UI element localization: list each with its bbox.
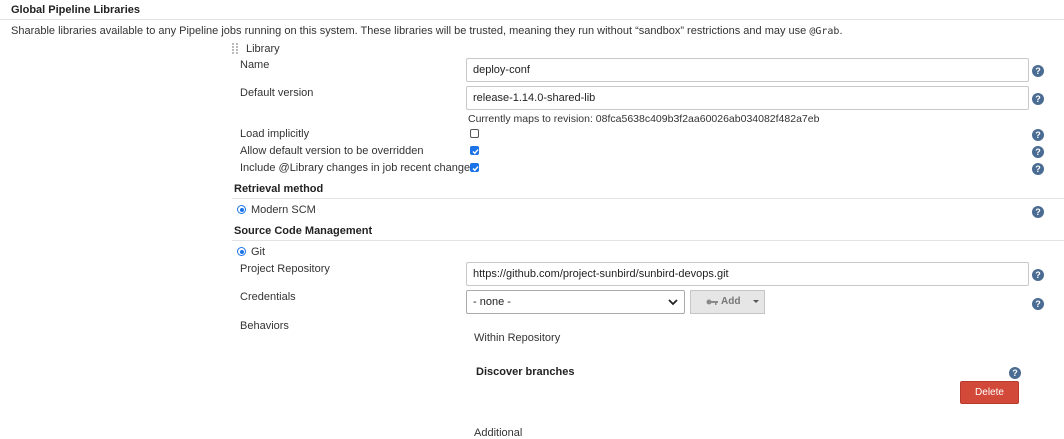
modern-scm-radio[interactable] xyxy=(237,205,246,214)
help-icon-default-version[interactable]: ? xyxy=(1032,93,1044,105)
help-icon-project-repository[interactable]: ? xyxy=(1032,269,1044,281)
default-version-label: Default version xyxy=(240,87,314,99)
git-radio[interactable] xyxy=(237,247,246,256)
scm-divider xyxy=(232,240,1064,241)
caret-down-icon xyxy=(752,291,760,316)
library-header: Library xyxy=(246,43,280,55)
key-icon xyxy=(706,298,718,309)
section-description: Sharable libraries available to any Pipe… xyxy=(11,25,843,37)
section-title: Global Pipeline Libraries xyxy=(11,4,140,16)
help-icon-discover-branches[interactable]: ? xyxy=(1009,367,1021,379)
add-button-label: Add xyxy=(721,296,741,307)
help-icon-name[interactable]: ? xyxy=(1032,65,1044,77)
grab-code: @Grab xyxy=(809,26,840,37)
retrieval-method-title: Retrieval method xyxy=(234,183,324,195)
scm-title: Source Code Management xyxy=(234,225,373,237)
delete-button[interactable]: Delete xyxy=(960,381,1019,404)
help-icon-load-implicitly[interactable]: ? xyxy=(1032,129,1044,141)
allow-override-checkbox[interactable] xyxy=(470,146,479,155)
behaviors-label: Behaviors xyxy=(240,320,289,332)
help-icon-allow-override[interactable]: ? xyxy=(1032,146,1044,158)
allow-override-label: Allow default version to be overridden xyxy=(240,145,424,157)
drag-handle-icon[interactable] xyxy=(232,43,240,55)
within-repository-label: Within Repository xyxy=(474,332,561,344)
help-icon-credentials[interactable]: ? xyxy=(1032,298,1044,310)
project-repository-label: Project Repository xyxy=(240,263,330,275)
help-icon-modern-scm[interactable]: ? xyxy=(1032,206,1044,218)
name-input[interactable] xyxy=(466,58,1029,82)
load-implicitly-label: Load implicitly xyxy=(240,128,310,140)
include-changes-label: Include @Library changes in job recent c… xyxy=(240,162,476,174)
additional-label: Additional xyxy=(474,427,523,439)
discover-branches-label: Discover branches xyxy=(476,366,575,378)
modern-scm-label: Modern SCM xyxy=(251,204,316,216)
credentials-select-value: - none - xyxy=(473,296,511,308)
add-credentials-button[interactable]: Add xyxy=(690,290,765,314)
chevron-down-icon xyxy=(668,291,678,321)
retrieval-divider xyxy=(232,198,1064,199)
section-divider xyxy=(0,19,1064,20)
include-changes-checkbox[interactable] xyxy=(470,163,479,172)
revision-text: Currently maps to revision: 08fca5638c40… xyxy=(468,113,820,125)
help-icon-include-changes[interactable]: ? xyxy=(1032,163,1044,175)
name-label: Name xyxy=(240,59,270,71)
git-label: Git xyxy=(251,246,266,258)
default-version-input[interactable] xyxy=(466,86,1029,110)
credentials-select[interactable]: - none - xyxy=(466,290,685,314)
project-repository-input[interactable] xyxy=(466,262,1029,286)
credentials-label: Credentials xyxy=(240,291,296,303)
load-implicitly-checkbox[interactable] xyxy=(470,129,479,138)
